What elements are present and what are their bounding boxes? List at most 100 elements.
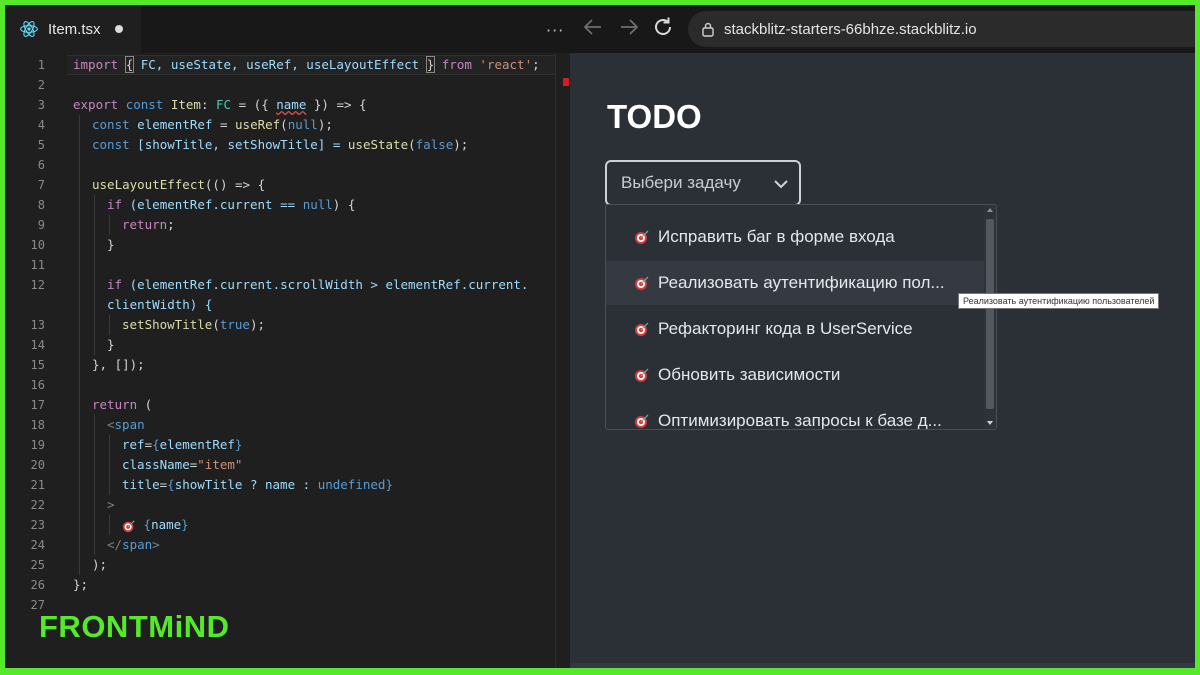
literal: undefined [317, 477, 386, 492]
code-line-21[interactable]: title={showTitle ? name : undefined} [122, 475, 393, 495]
tag-name: span [122, 537, 153, 552]
scrollbar-thumb[interactable] [986, 219, 994, 409]
identifier: elementRef [137, 117, 213, 132]
unsaved-dot-icon[interactable] [114, 25, 123, 33]
expression: (elementRef.current == [122, 197, 303, 212]
function: useRef [235, 117, 281, 132]
code-line-1[interactable]: import { FC, useState, useRef, useLayout… [73, 55, 540, 75]
code-line-8[interactable]: if (elementRef.current == null) { [107, 195, 355, 215]
line-number: 22 [30, 498, 45, 512]
attribute: ref [122, 437, 145, 452]
param-with-error: name [276, 97, 307, 112]
line-number: 9 [37, 218, 45, 232]
option-label: Оптимизировать запросы к базе д... [658, 411, 942, 430]
literal: null [302, 197, 333, 212]
dart-target-icon [635, 414, 649, 428]
tag-punct: > [152, 537, 160, 552]
punct: } [181, 517, 189, 532]
punct: }) => { [306, 97, 367, 112]
list-item[interactable]: Оптимизировать запросы к базе д... [606, 399, 984, 430]
keyword: from [441, 57, 472, 72]
code-line-3[interactable]: export const Item: FC = ({ name }) => { [73, 95, 367, 115]
code-line-17[interactable]: return ( [92, 395, 152, 415]
line-number: 13 [30, 318, 45, 332]
editor-tab[interactable]: Item.tsx [5, 5, 141, 53]
dart-target-icon [635, 230, 649, 244]
code-line-14[interactable]: } [107, 335, 115, 355]
back-arrow-icon[interactable] [581, 15, 605, 39]
line-number: 4 [37, 118, 45, 132]
code-line-25[interactable]: ); [92, 555, 107, 575]
line-number: 16 [30, 378, 45, 392]
line-number: 12 [30, 278, 45, 292]
code-line-22[interactable]: > [107, 495, 115, 515]
code-line-12[interactable]: if (elementRef.current.scrollWidth > ele… [107, 275, 528, 295]
code-line-18[interactable]: <span [107, 415, 145, 435]
punct: (() => { [204, 177, 266, 192]
code-line-23[interactable]: {name} [122, 515, 189, 535]
code-line-19[interactable]: ref={elementRef} [122, 435, 242, 455]
brand-logo: FRONTMiND [39, 609, 230, 644]
code-line-26[interactable]: }; [73, 575, 88, 595]
error-marker[interactable] [563, 78, 569, 86]
scroll-down-arrow-icon[interactable] [987, 421, 993, 425]
app-frame: Item.tsx ··· stackblitz-starters-66bhze.… [5, 5, 1195, 668]
punct: ; [167, 217, 175, 232]
code-line-20[interactable]: className="item" [122, 455, 242, 475]
code-line-15[interactable]: }, []); [92, 355, 145, 375]
tag-punct: < [107, 417, 115, 432]
code-line-7[interactable]: useLayoutEffect(() => { [92, 175, 265, 195]
punct: } [107, 337, 115, 352]
url-text: stackblitz-starters-66bhze.stackblitz.io [724, 20, 977, 38]
expression: clientWidth) { [107, 297, 213, 312]
line-number: 1 [37, 58, 45, 72]
lock-icon [702, 22, 714, 37]
punct: = [144, 437, 153, 452]
more-options-icon[interactable]: ··· [546, 21, 564, 40]
option-label: Рефакторинг кода в UserService [658, 319, 913, 338]
punct: ( [137, 397, 153, 412]
option-tooltip: Реализовать аутентификацию пользователей [958, 293, 1160, 309]
line-number: 3 [37, 98, 45, 112]
scroll-up-arrow-icon[interactable] [987, 208, 993, 212]
line-number: 21 [30, 478, 45, 492]
function: useState [347, 137, 409, 152]
listbox-scrollbar[interactable] [984, 205, 996, 429]
code-line-13[interactable]: setShowTitle(true); [122, 315, 265, 335]
line-number: 6 [37, 158, 45, 172]
code-line-9[interactable]: return; [122, 215, 175, 235]
forward-arrow-icon[interactable] [617, 15, 641, 39]
expression: name [151, 517, 182, 532]
code-line-10[interactable]: } [107, 235, 115, 255]
list-item[interactable]: Исправить баг в форме входа [606, 215, 984, 259]
code-line-5[interactable]: const [showTitle, setShowTitle] = useSta… [92, 135, 468, 155]
punct: }, []); [92, 357, 145, 372]
keyword: return [122, 217, 168, 232]
editor-scrollbar[interactable] [556, 53, 570, 668]
line-number: 20 [30, 458, 45, 472]
reload-icon[interactable] [651, 15, 675, 39]
code-line-24[interactable]: </span> [107, 535, 160, 555]
punct: } [234, 437, 243, 452]
address-bar[interactable]: stackblitz-starters-66bhze.stackblitz.io [688, 11, 1195, 47]
task-listbox[interactable]: Исправить баг в форме входа Реализовать … [605, 204, 997, 430]
list-item[interactable]: Обновить зависимости [606, 353, 984, 397]
attribute: title [122, 477, 160, 492]
punct: ); [249, 317, 266, 332]
line-number: 7 [37, 178, 45, 192]
line-number: 8 [37, 198, 45, 212]
pattern: [showTitle, setShowTitle] = [129, 137, 348, 152]
code-line-12-wrap[interactable]: clientWidth) { [107, 295, 212, 315]
list-item[interactable]: Реализовать аутентификацию пол... [606, 261, 984, 305]
list-item[interactable]: Рефакторинг кода в UserService [606, 307, 984, 351]
line-number: 15 [30, 358, 45, 372]
task-select[interactable]: Выбери задачу [605, 160, 801, 206]
keyword: const [92, 137, 130, 152]
code-line-4[interactable]: const elementRef = useRef(null); [92, 115, 333, 135]
attribute: className [122, 457, 190, 472]
dart-target-icon [122, 519, 135, 532]
code-editor[interactable]: 1 2 3 4 5 6 7 8 9 10 11 12 13 14 15 16 1… [5, 53, 555, 668]
punct: ; [532, 57, 540, 72]
punct: { [152, 437, 160, 452]
keyword: const [92, 117, 130, 132]
